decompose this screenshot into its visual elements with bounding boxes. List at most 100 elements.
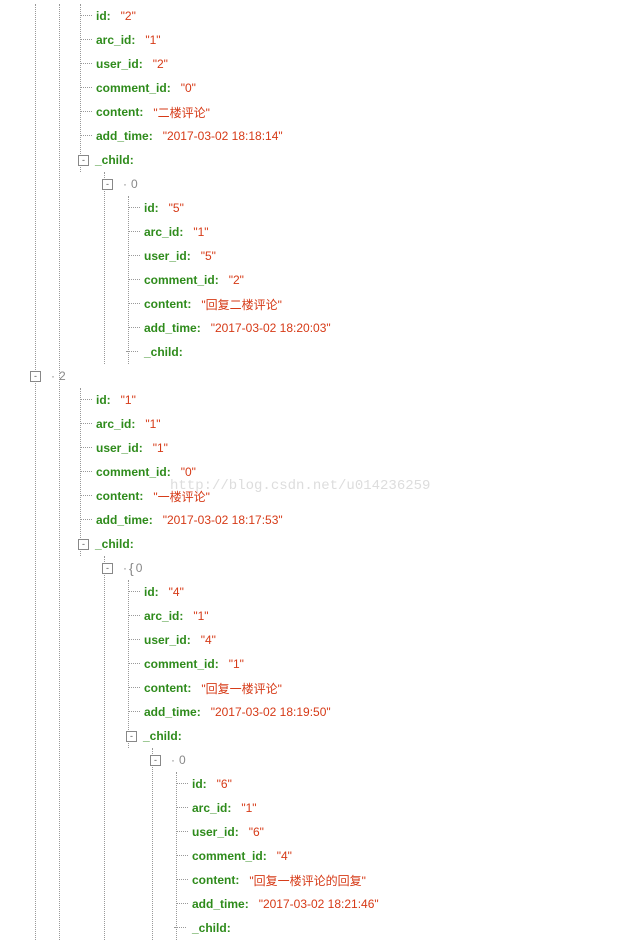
field-value: "4" [201, 633, 216, 647]
tree-field-row: user_id : "6" [0, 820, 638, 844]
child-key-row[interactable]: _child : [0, 916, 638, 940]
field-value: "4" [277, 849, 292, 863]
field-key: content [144, 681, 187, 695]
tree-field-row: id : "1" [0, 388, 638, 412]
field-key: comment_id [96, 81, 167, 95]
collapse-toggle-icon[interactable]: - [78, 539, 89, 550]
field-key: content [192, 873, 235, 887]
field-value: "5" [201, 249, 216, 263]
child-array: -· 0id : "6"arc_id : "1"user_id : "6"com… [0, 748, 638, 940]
tree-field-row: user_id : "1" [0, 436, 638, 460]
tree-field-row: arc_id : "1" [0, 796, 638, 820]
tree-field-row: arc_id : "1" [0, 412, 638, 436]
field-key: user_id [192, 825, 235, 839]
field-key: arc_id [96, 417, 131, 431]
object-index-row[interactable]: -·{ 0 [0, 556, 638, 580]
child-key: _child [144, 345, 179, 359]
field-key: add_time [144, 321, 197, 335]
tree-field-row: comment_id : "0" [0, 76, 638, 100]
top-index-row[interactable]: -· 2 [0, 364, 638, 388]
field-value: "一楼评论" [153, 488, 210, 505]
field-value: "4" [169, 585, 184, 599]
field-key: user_id [144, 249, 187, 263]
child-key: _child [95, 153, 130, 167]
tree-field-row: comment_id : "1" [0, 652, 638, 676]
tree-field-row: user_id : "2" [0, 52, 638, 76]
tree-field-row: arc_id : "1" [0, 28, 638, 52]
field-key: content [144, 297, 187, 311]
object-index-row[interactable]: -· 0 [0, 748, 638, 772]
tree-field-row: add_time : "2017-03-02 18:21:46" [0, 892, 638, 916]
child-key: _child [95, 537, 130, 551]
field-key: comment_id [144, 273, 215, 287]
field-value: "回复二楼评论" [201, 296, 282, 313]
field-value: "6" [249, 825, 264, 839]
collapse-toggle-icon[interactable]: - [78, 155, 89, 166]
tree-field-row: content : "回复二楼评论" [0, 292, 638, 316]
field-key: content [96, 105, 139, 119]
tree-field-row: arc_id : "1" [0, 220, 638, 244]
field-key: id [96, 393, 107, 407]
field-value: "0" [181, 81, 196, 95]
field-key: id [192, 777, 203, 791]
field-key: user_id [144, 633, 187, 647]
node-index: 0 [136, 561, 143, 575]
field-key: arc_id [96, 33, 131, 47]
object-children: id : "1"arc_id : "1"user_id : "1"comment… [0, 388, 638, 556]
field-key: comment_id [144, 657, 215, 671]
field-key: add_time [144, 705, 197, 719]
field-value: "1" [229, 657, 244, 671]
field-key: comment_id [192, 849, 263, 863]
field-value: "2" [229, 273, 244, 287]
field-value: "1" [153, 441, 168, 455]
field-key: id [144, 201, 155, 215]
field-value: "2017-03-02 18:21:46" [259, 897, 379, 911]
field-key: add_time [192, 897, 245, 911]
field-key: id [144, 585, 155, 599]
tree-field-row: add_time : "2017-03-02 18:18:14" [0, 124, 638, 148]
object-index-row[interactable]: -· 0 [0, 172, 638, 196]
field-key: id [96, 9, 107, 23]
tree-field-row: comment_id : "4" [0, 844, 638, 868]
child-key-row[interactable]: -_child : [0, 532, 638, 556]
collapse-toggle-icon[interactable]: - [150, 755, 161, 766]
field-value: "2017-03-02 18:19:50" [211, 705, 331, 719]
collapse-toggle-icon[interactable]: - [30, 371, 41, 382]
collapse-toggle-icon[interactable]: - [102, 179, 113, 190]
tree-field-row: content : "回复一楼评论的回复" [0, 868, 638, 892]
field-key: content [96, 489, 139, 503]
tree-field-row: user_id : "4" [0, 628, 638, 652]
child-key: _child [192, 921, 227, 935]
child-array: -·{ 0id : "4"arc_id : "1"user_id : "4"co… [0, 556, 638, 940]
tree-field-row: add_time : "2017-03-02 18:20:03" [0, 316, 638, 340]
field-value: "5" [169, 201, 184, 215]
collapse-toggle-icon[interactable]: - [102, 563, 113, 574]
field-value: "0" [181, 465, 196, 479]
tree-field-row: comment_id : "0" [0, 460, 638, 484]
field-value: "2" [153, 57, 168, 71]
field-value: "1" [193, 609, 208, 623]
field-key: arc_id [144, 225, 179, 239]
node-index: 0 [179, 753, 186, 767]
tree-field-row: user_id : "5" [0, 244, 638, 268]
field-value: "2" [121, 9, 136, 23]
field-value: "6" [217, 777, 232, 791]
tree-field-row: arc_id : "1" [0, 604, 638, 628]
field-value: "2017-03-02 18:18:14" [163, 129, 283, 143]
tree-field-row: id : "6" [0, 772, 638, 796]
top-object: id : "1"arc_id : "1"user_id : "1"comment… [0, 388, 638, 940]
field-key: arc_id [144, 609, 179, 623]
tree-field-row: content : "二楼评论" [0, 100, 638, 124]
field-key: add_time [96, 129, 149, 143]
child-key-row[interactable]: -_child : [0, 724, 638, 748]
node-index: 0 [131, 177, 138, 191]
tree-field-row: id : "2" [0, 4, 638, 28]
collapse-toggle-icon[interactable]: - [126, 731, 137, 742]
child-key-row[interactable]: -_child : [0, 148, 638, 172]
field-value: "2017-03-02 18:17:53" [163, 513, 283, 527]
node-index: 2 [59, 369, 66, 383]
field-value: "1" [145, 417, 160, 431]
field-key: comment_id [96, 465, 167, 479]
child-key-row[interactable]: _child : [0, 340, 638, 364]
field-key: user_id [96, 441, 139, 455]
